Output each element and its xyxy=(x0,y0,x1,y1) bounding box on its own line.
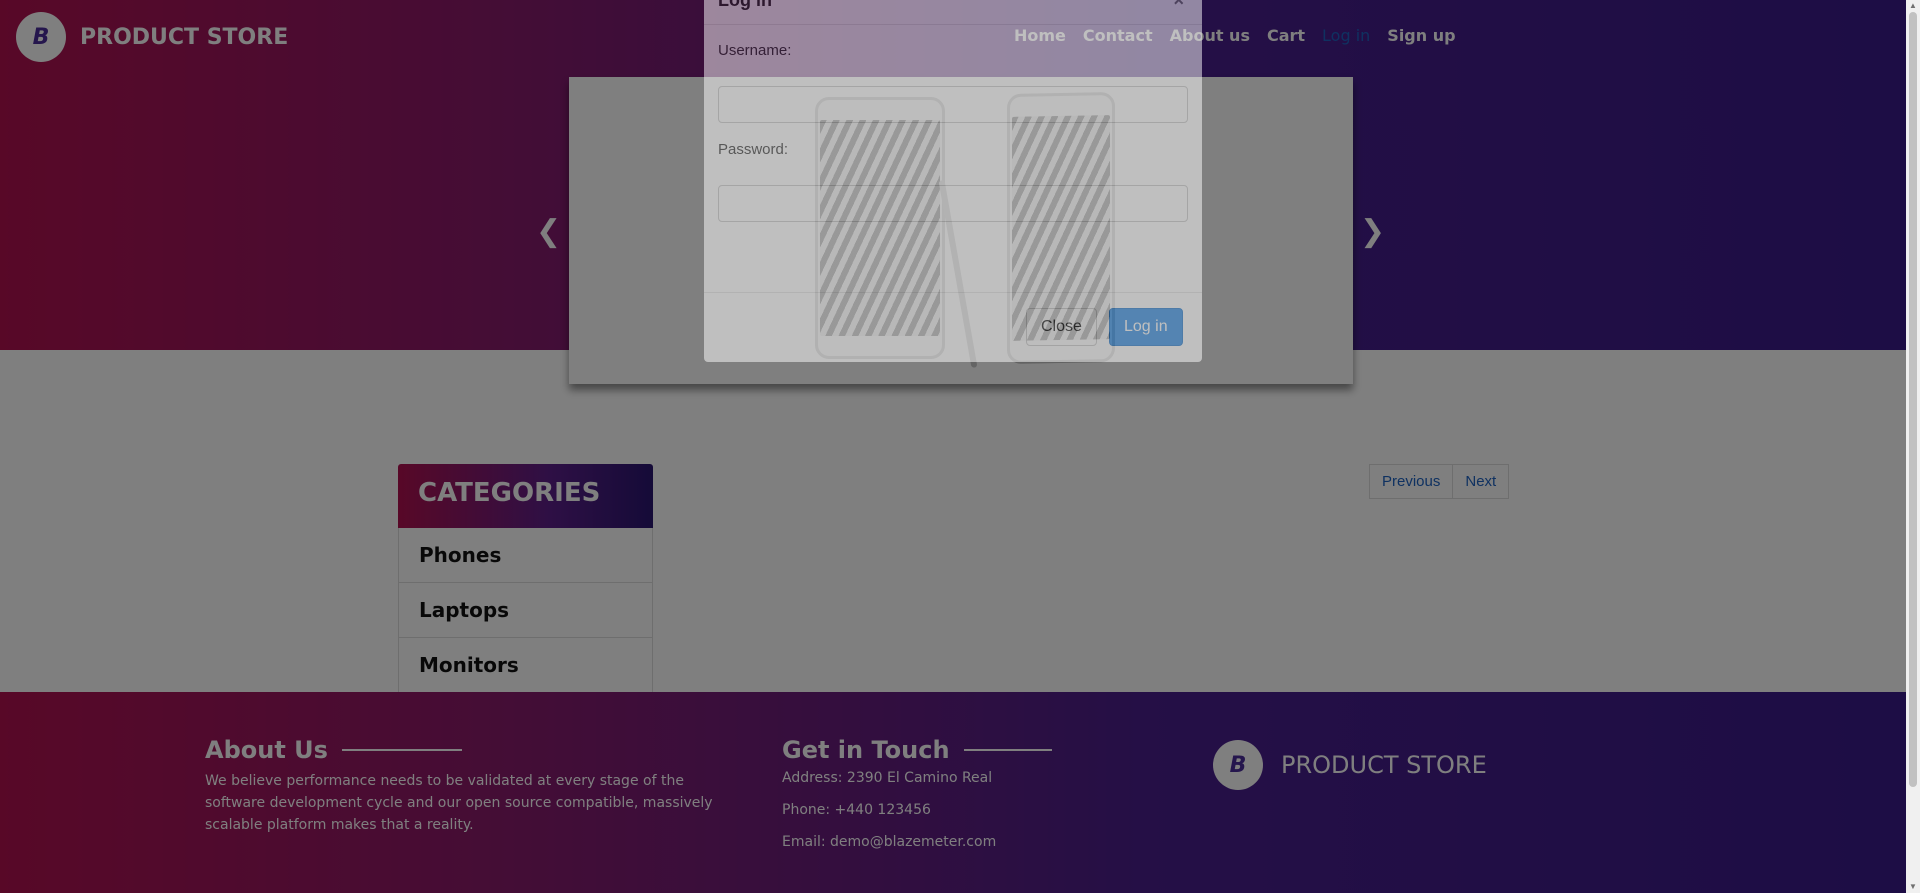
scroll-down-arrow-icon[interactable]: ▼ xyxy=(1906,881,1920,893)
close-icon[interactable]: × xyxy=(1173,0,1184,11)
modal-divider xyxy=(704,24,1202,25)
login-modal: Log in × Username: Password: Close Log i… xyxy=(704,0,1202,362)
password-label: Password: xyxy=(718,141,789,158)
modal-title: Log in xyxy=(718,0,772,10)
scroll-up-arrow-icon[interactable]: ▲ xyxy=(1906,0,1920,12)
scroll-thumb[interactable] xyxy=(1909,12,1917,787)
modal-divider xyxy=(704,292,1202,293)
page-scrollbar[interactable]: ▲ ▼ xyxy=(1906,0,1920,893)
close-button[interactable]: Close xyxy=(1026,308,1097,346)
username-input[interactable] xyxy=(718,86,1188,123)
password-input[interactable] xyxy=(718,185,1188,222)
log-in-button[interactable]: Log in xyxy=(1109,308,1183,346)
username-label: Username: xyxy=(718,42,792,59)
